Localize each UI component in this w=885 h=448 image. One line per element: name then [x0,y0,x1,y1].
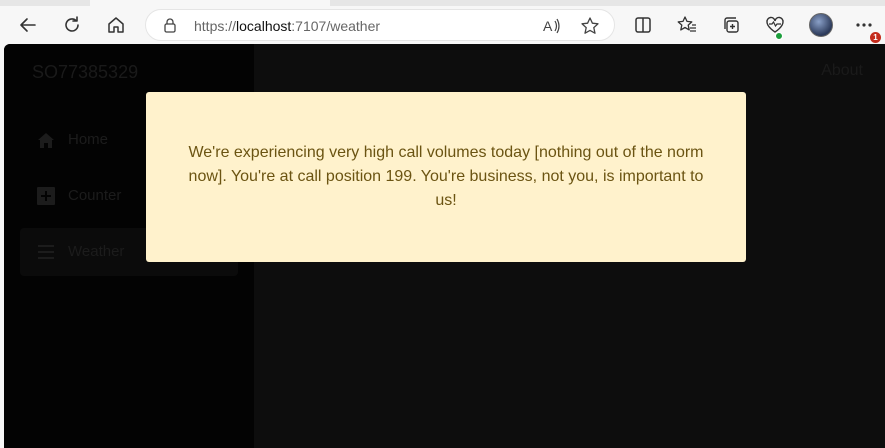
home-icon [38,133,54,148]
about-link[interactable]: About [821,62,863,80]
page-viewport: SO77385329 Home Counter Weather About We… [4,44,885,448]
lock-icon[interactable] [162,17,178,33]
favorites-icon [677,16,696,32]
read-aloud-icon[interactable]: A [542,16,562,36]
home-icon [108,17,124,33]
split-screen-icon [635,17,651,33]
nav-label-home: Home [68,131,109,148]
svg-text:A: A [543,18,553,34]
back-button[interactable] [13,10,43,40]
call-volume-alert: We're experiencing very high call volume… [146,92,746,262]
url-path: :7107/weather [291,18,381,34]
url-host: localhost [236,18,292,34]
browser-toolbar: https://localhost:7107/weather A 1 [0,6,885,44]
list-icon [38,245,54,259]
plus-icon [37,187,55,205]
home-button[interactable] [101,10,131,40]
nav-label-counter: Counter [68,187,122,204]
favorites-button[interactable] [672,10,702,40]
address-bar[interactable]: https://localhost:7107/weather A [145,9,615,41]
alert-message: We're experiencing very high call volume… [188,144,704,209]
collections-icon [724,17,739,33]
nav-label-weather: Weather [68,243,125,260]
notification-badge: 1 [870,32,881,43]
url-text[interactable]: https://localhost:7107/weather [194,18,380,34]
status-dot [775,32,783,40]
app-brand[interactable]: SO77385329 [32,62,138,83]
arrow-left-icon [20,18,36,32]
split-screen-button[interactable] [628,10,658,40]
heart-pulse-icon [766,16,784,33]
profile-avatar[interactable] [809,13,833,37]
refresh-icon [65,16,79,32]
collections-button[interactable] [716,10,746,40]
favorite-star-icon[interactable] [580,16,600,36]
refresh-button[interactable] [57,10,87,40]
url-scheme: https:// [194,18,237,34]
more-icon [856,23,872,27]
